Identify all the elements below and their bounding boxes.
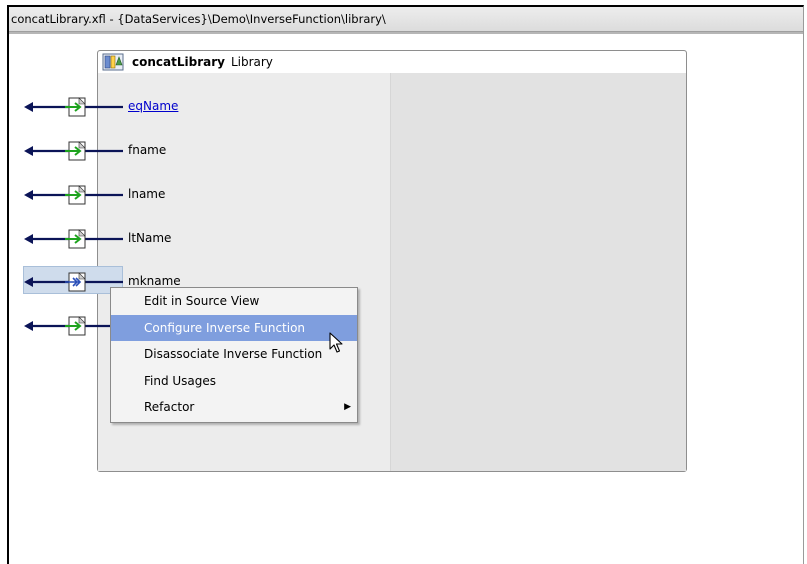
function-name[interactable]: eqName bbox=[128, 99, 178, 113]
inverse-function-arrow-icon bbox=[24, 272, 123, 292]
menu-item-label: Edit in Source View bbox=[144, 294, 260, 308]
menu-item-refactor[interactable]: Refactor ▶ bbox=[111, 394, 357, 421]
context-menu: Edit in Source View Configure Inverse Fu… bbox=[110, 287, 358, 423]
mouse-pointer-icon bbox=[329, 332, 343, 353]
menu-item-configure-inverse-function[interactable]: Configure Inverse Function bbox=[111, 314, 357, 341]
function-name: lname bbox=[128, 187, 166, 201]
menu-item-label: Disassociate Inverse Function bbox=[144, 347, 323, 361]
function-row-fname[interactable]: fname bbox=[23, 139, 203, 163]
design-canvas[interactable]: concatLibrary Library eqName fname lname… bbox=[9, 34, 803, 564]
function-name: mkname bbox=[128, 274, 181, 288]
library-right-pane bbox=[390, 73, 686, 471]
menu-item-label: Configure Inverse Function bbox=[144, 320, 306, 335]
function-row-lname[interactable]: lname bbox=[23, 183, 203, 207]
function-arrow-icon bbox=[24, 185, 123, 205]
library-tab[interactable]: concatLibrary Library bbox=[102, 51, 273, 73]
function-arrow-icon bbox=[24, 229, 123, 249]
menu-item-edit-in-source-view[interactable]: Edit in Source View bbox=[111, 288, 357, 315]
menu-item-find-usages[interactable]: Find Usages bbox=[111, 368, 357, 395]
submenu-arrow-icon: ▶ bbox=[344, 402, 351, 412]
editor-window: concatLibrary.xfl - {DataServices}\Demo\… bbox=[7, 5, 804, 564]
function-name: fname bbox=[128, 143, 167, 157]
library-name: concatLibrary bbox=[132, 55, 225, 69]
menu-item-disassociate-inverse-function[interactable]: Disassociate Inverse Function bbox=[111, 341, 357, 368]
function-name: ltName bbox=[128, 231, 172, 245]
editor-tab-title[interactable]: concatLibrary.xfl - {DataServices}\Demo\… bbox=[9, 7, 803, 32]
function-row-ltname[interactable]: ltName bbox=[23, 227, 203, 251]
function-row-eqname[interactable]: eqName bbox=[23, 95, 203, 119]
function-arrow-icon bbox=[24, 316, 123, 336]
function-arrow-icon bbox=[24, 97, 123, 117]
library-icon bbox=[102, 53, 124, 71]
library-header: concatLibrary Library bbox=[98, 51, 686, 74]
menu-item-label: Refactor bbox=[144, 400, 195, 414]
library-kind-label: Library bbox=[230, 55, 273, 69]
menu-item-label: Find Usages bbox=[144, 373, 217, 388]
function-arrow-icon bbox=[24, 141, 123, 161]
